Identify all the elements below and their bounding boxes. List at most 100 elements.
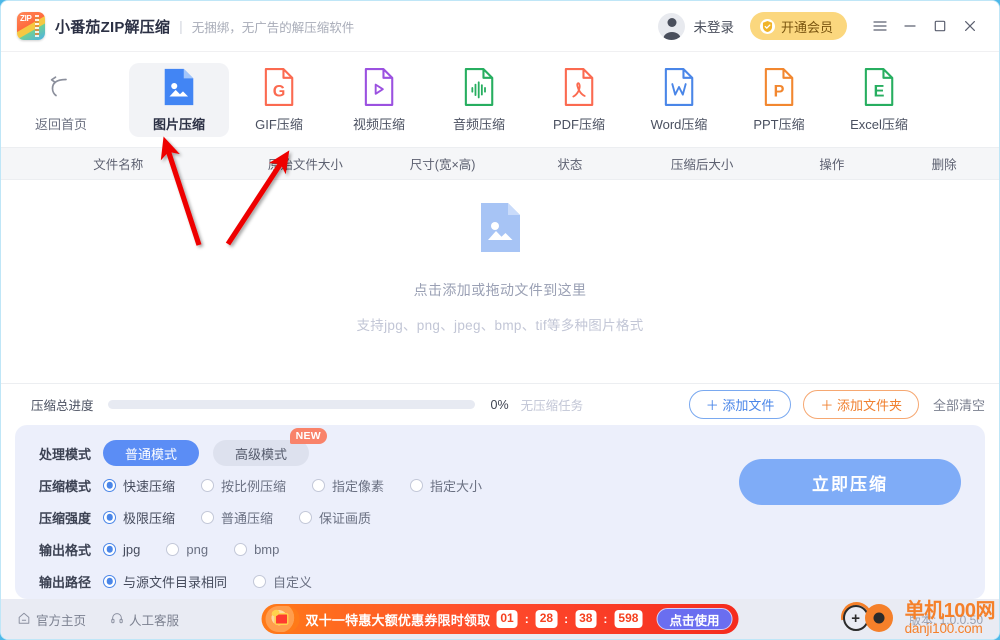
column-header-original-size: 原始文件大小 — [267, 158, 343, 172]
pdf-file-icon — [562, 67, 596, 107]
countdown-seconds: 38 — [575, 610, 597, 628]
add-file-button[interactable]: ＋ 添加文件 — [688, 390, 792, 419]
gift-box-icon — [265, 606, 300, 632]
radio-fast-compress[interactable]: 快速压缩 — [103, 476, 175, 495]
radio-format-png[interactable]: png — [166, 542, 208, 557]
radio-label: 按比例压缩 — [221, 478, 287, 494]
account-button[interactable]: 未登录 — [658, 12, 734, 40]
minimize-icon[interactable] — [895, 11, 925, 41]
ppt-file-icon: P — [762, 67, 796, 107]
word-file-icon — [662, 67, 696, 107]
tool-tab-gif-compress[interactable]: G GIF压缩 — [229, 63, 329, 137]
tool-tab-excel-compress[interactable]: E Excel压缩 — [829, 63, 929, 137]
radio-specify-pixels[interactable]: 指定像素 — [312, 476, 384, 495]
setting-row-compression-mode: 压缩模式 快速压缩 按比例压缩 指定像素 指定大小 — [39, 471, 715, 499]
window-controls — [865, 11, 985, 41]
tool-tab-label: 图片压缩 — [152, 116, 205, 132]
radio-format-jpg[interactable]: jpg — [103, 542, 140, 557]
tool-tab-ppt-compress[interactable]: P PPT压缩 — [729, 63, 829, 137]
settings-panel: 处理模式 普通模式 高级模式 NEW 压缩模式 快速压缩 按比例压缩 指定像素 … — [15, 425, 985, 599]
file-drop-zone[interactable]: 点击添加或拖动文件到这里 支持jpg、png、jpeg、bmp、tif等多种图片… — [1, 180, 999, 383]
link-label: 官方主页 — [36, 613, 87, 628]
tool-tab-image-compress[interactable]: 图片压缩 — [129, 62, 229, 137]
radio-normal-compress[interactable]: 普通压缩 — [201, 508, 273, 527]
promo-text: 双十一特惠大额优惠券限时领取 — [305, 612, 491, 628]
promo-use-button[interactable]: 点击使用 — [656, 608, 733, 630]
vip-button-label: 开通会员 — [780, 19, 833, 35]
radio-path-custom[interactable]: 自定义 — [253, 572, 312, 591]
svg-text:G: G — [273, 82, 286, 100]
add-folder-button[interactable]: ＋ 添加文件夹 — [803, 390, 919, 419]
tool-tab-video-compress[interactable]: 视频压缩 — [329, 63, 429, 137]
official-homepage-link[interactable]: 官方主页 — [17, 610, 86, 629]
tool-tab-label: 视频压缩 — [352, 116, 405, 132]
app-logo-icon — [17, 12, 45, 40]
radio-format-bmp[interactable]: bmp — [234, 542, 279, 557]
radio-label: 快速压缩 — [123, 478, 176, 494]
countdown-minutes: 28 — [535, 610, 558, 628]
new-badge: NEW — [289, 428, 328, 444]
image-placeholder-icon — [479, 202, 522, 258]
radio-dot-icon — [312, 478, 326, 492]
countdown-colon: : — [524, 612, 529, 626]
tool-tab-label: PDF压缩 — [552, 116, 605, 132]
hamburger-menu-icon[interactable] — [865, 11, 895, 41]
countdown-colon: : — [564, 612, 569, 626]
radio-label: bmp — [254, 541, 280, 557]
title-separator: | — [179, 18, 183, 34]
radio-label: jpg — [123, 541, 141, 557]
processing-mode-normal[interactable]: 普通模式 — [103, 440, 200, 466]
column-header-delete: 删除 — [931, 158, 957, 172]
tool-tab-back-home[interactable]: 返回首页 — [11, 63, 111, 137]
setting-label: 输出格式 — [39, 542, 92, 558]
drop-zone-sub-text: 支持jpg、png、jpeg、bmp、tif等多种图片格式 — [356, 317, 644, 333]
radio-label: 指定像素 — [332, 478, 385, 494]
compress-now-button[interactable]: 立即压缩 — [739, 459, 961, 505]
setting-row-output-format: 输出格式 jpg png bmp — [39, 535, 715, 563]
link-label: 人工客服 — [129, 613, 180, 628]
setting-row-processing-mode: 处理模式 普通模式 高级模式 NEW — [39, 428, 715, 467]
radio-specify-size[interactable]: 指定大小 — [410, 476, 482, 495]
tool-tab-audio-compress[interactable]: 音频压缩 — [429, 63, 529, 137]
close-icon[interactable] — [955, 11, 985, 41]
radio-preserve-quality[interactable]: 保证画质 — [299, 508, 371, 527]
pill-label: 普通模式 — [125, 446, 178, 462]
tool-tab-pdf-compress[interactable]: PDF压缩 — [529, 63, 629, 137]
tool-tab-label: Excel压缩 — [850, 116, 908, 132]
maximize-icon[interactable] — [925, 11, 955, 41]
file-table-header: 文件名称 原始文件大小 尺寸(宽×高) 状态 压缩后大小 操作 删除 — [1, 147, 999, 180]
headset-icon — [110, 611, 124, 628]
setting-label: 输出路径 — [39, 574, 92, 590]
radio-dot-icon — [299, 510, 313, 524]
titlebar-right-group: 未登录 开通会员 — [658, 11, 985, 41]
setting-label: 压缩模式 — [39, 478, 92, 494]
customer-support-link[interactable]: 人工客服 — [110, 610, 179, 629]
column-header-compressed-size: 压缩后大小 — [670, 158, 734, 172]
radio-dot-icon — [103, 542, 116, 556]
countdown-colon: : — [603, 612, 608, 626]
radio-dot-icon — [103, 574, 116, 588]
clear-all-button[interactable]: 全部清空 — [931, 395, 985, 414]
title-bar: 小番茄ZIP解压缩 | 无捆绑，无广告的解压缩软件 未登录 开通会员 — [1, 1, 999, 52]
image-file-icon — [161, 67, 197, 107]
radio-dot-icon — [201, 510, 215, 524]
tool-tab-label: Word压缩 — [650, 116, 708, 132]
excel-file-icon: E — [862, 67, 896, 107]
tool-tab-word-compress[interactable]: Word压缩 — [629, 63, 729, 137]
back-arrow-icon — [44, 67, 78, 107]
open-vip-button[interactable]: 开通会员 — [749, 12, 847, 40]
radio-path-same-as-source[interactable]: 与源文件目录相同 — [103, 572, 227, 591]
promo-banner[interactable]: 双十一特惠大额优惠券限时领取 01 : 28 : 38 : 598 点击使用 — [261, 604, 739, 634]
radio-extreme-compress[interactable]: 极限压缩 — [103, 508, 175, 527]
column-header-status: 状态 — [557, 158, 583, 172]
tool-tab-label: PPT压缩 — [753, 116, 805, 132]
countdown-hours: 01 — [496, 610, 518, 628]
processing-mode-advanced[interactable]: 高级模式 NEW — [213, 428, 328, 466]
app-tagline: 无捆绑，无广告的解压缩软件 — [191, 20, 355, 35]
radio-dot-icon — [166, 542, 180, 556]
setting-row-output-path: 输出路径 与源文件目录相同 自定义 — [39, 567, 715, 595]
progress-label: 压缩总进度 — [31, 399, 94, 413]
setting-row-compression-strength: 压缩强度 极限压缩 普通压缩 保证画质 — [39, 503, 715, 531]
radio-ratio-compress[interactable]: 按比例压缩 — [201, 476, 286, 495]
home-icon — [17, 611, 31, 628]
